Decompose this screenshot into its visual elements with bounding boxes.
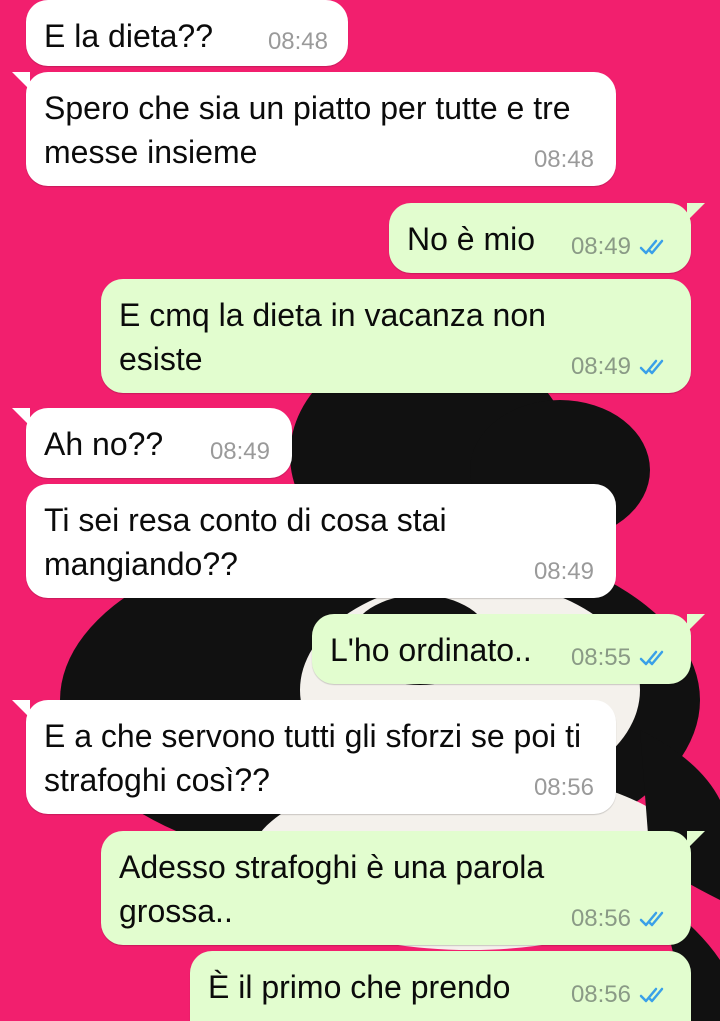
message-text: E cmq la dieta in vacanza non esiste [119,297,546,377]
timestamp: 08:56 [533,774,594,801]
message-list[interactable]: E la dieta?? 08:48 Spero che sia un piat… [0,0,720,1021]
message-time: 08:56 [534,774,594,802]
timestamp: 08:56 [570,981,631,1008]
message-bubble-outgoing[interactable]: È il primo che prendo 08:56 [190,951,691,1021]
message-text: È il primo che prendo [208,969,511,1005]
timestamp: 08:56 [570,905,631,932]
message-time: 08:49 [571,233,669,261]
message-bubble-outgoing[interactable]: No è mio 08:49 [389,203,705,273]
message-time: 08:49 [534,558,594,586]
timestamp: 08:49 [570,233,631,260]
message-time: 08:56 [571,905,669,933]
read-double-tick-icon [639,987,664,1003]
message-bubble-outgoing[interactable]: L'ho ordinato.. 08:55 [312,614,705,684]
message-text: No è mio [407,221,536,257]
message-bubble-outgoing[interactable]: E cmq la dieta in vacanza non esiste 08:… [101,279,691,393]
message-text: E la dieta?? [44,18,214,54]
message-text: Ti sei resa conto di cosa stai mangiando… [44,502,447,582]
timestamp: 08:49 [533,558,594,585]
message-time: 08:49 [571,353,669,381]
message-bubble-incoming[interactable]: E la dieta?? 08:48 [26,0,348,66]
timestamp: 08:49 [209,438,270,465]
timestamp: 08:48 [267,28,328,55]
read-double-tick-icon [639,239,664,255]
message-bubble-incoming[interactable]: Spero che sia un piatto per tutte e tre … [12,72,616,186]
read-double-tick-icon [639,911,664,927]
read-double-tick-icon [639,650,664,666]
message-time: 08:56 [571,981,669,1009]
message-bubble-incoming[interactable]: Ti sei resa conto di cosa stai mangiando… [26,484,616,598]
message-bubble-incoming[interactable]: Ah no?? 08:49 [12,408,292,478]
message-text: Ah no?? [44,426,164,462]
message-time: 08:48 [534,146,594,174]
message-time: 08:49 [210,438,270,466]
message-text: Adesso strafoghi è una parola grossa.. [119,849,545,929]
message-time: 08:55 [571,644,669,672]
timestamp: 08:49 [570,353,631,380]
message-bubble-incoming[interactable]: E a che servono tutti gli sforzi se poi … [12,700,616,814]
message-text: E a che servono tutti gli sforzi se poi … [44,718,582,798]
timestamp: 08:55 [570,644,631,671]
message-text: L'ho ordinato.. [330,632,532,668]
message-bubble-outgoing[interactable]: Adesso strafoghi è una parola grossa.. 0… [101,831,705,945]
message-text: Spero che sia un piatto per tutte e tre … [44,90,571,170]
message-time: 08:48 [268,28,328,56]
timestamp: 08:48 [533,146,594,173]
read-double-tick-icon [639,359,664,375]
